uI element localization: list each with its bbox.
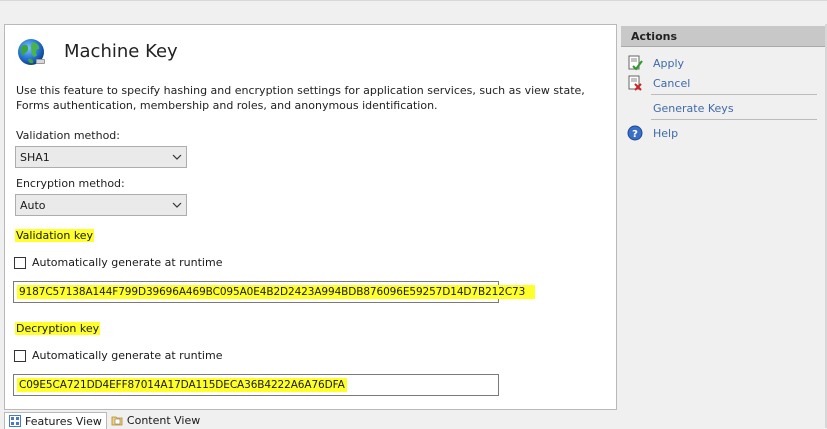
cancel-label: Cancel [653,76,691,90]
validation-method-label: Validation method: [16,129,121,142]
svg-text:?: ? [632,129,638,140]
page-title: Machine Key [64,41,178,62]
decryption-key-field[interactable]: C09E5CA721DD4EFF87014A17DA115DECA36B4222… [13,374,499,396]
top-divider [0,0,827,1]
help-icon: ? [627,125,643,141]
feature-panel: Machine Key Use this feature to specify … [4,24,617,410]
validation-key-auto-generate-label: Automatically generate at runtime [32,256,223,269]
validation-method-dropdown[interactable]: SHA1 [15,146,187,168]
features-view-icon [9,415,21,427]
validation-method-value: SHA1 [20,151,50,164]
chevron-down-icon [172,154,182,160]
validation-key-value: 9187C57138A144F799D39696A469BC095A0E4B2D… [17,285,536,299]
content-view-icon [111,416,123,426]
actions-divider [651,119,817,120]
encryption-method-dropdown[interactable]: Auto [15,194,187,216]
view-tabs: Features View Content View [4,412,204,429]
encryption-method-label: Encryption method: [16,177,125,190]
apply-icon [628,55,643,71]
help-label: Help [653,126,679,140]
generate-keys-label: Generate Keys [653,101,734,115]
actions-header: Actions [621,26,827,47]
apply-label: Apply [653,56,685,70]
apply-action[interactable]: Apply [627,55,684,71]
validation-key-auto-generate[interactable]: Automatically generate at runtime [14,256,222,269]
decryption-key-value: C09E5CA721DD4EFF87014A17DA115DECA36B4222… [17,378,347,392]
tab-content-view[interactable]: Content View [107,412,204,428]
encryption-method-value: Auto [20,199,46,212]
actions-pane: Actions Apply Cancel Generate Keys ? Hel… [621,24,827,428]
decryption-key-auto-generate-checkbox[interactable] [14,349,26,362]
tab-content-view-label: Content View [126,413,201,427]
globe-icon [18,39,45,65]
cancel-icon [628,75,642,91]
actions-divider [651,94,817,95]
decryption-key-auto-generate-label: Automatically generate at runtime [32,349,223,362]
tab-features-view[interactable]: Features View [4,412,107,429]
actions-title: Actions [631,30,677,43]
validation-key-auto-generate-checkbox[interactable] [14,256,26,269]
cancel-action[interactable]: Cancel [627,75,690,91]
validation-key-label: Validation key [15,229,95,242]
generate-keys-action[interactable]: Generate Keys [627,100,734,116]
decryption-key-auto-generate[interactable]: Automatically generate at runtime [14,349,222,362]
tab-features-view-label: Features View [25,414,102,428]
chevron-down-icon [172,202,182,208]
feature-description: Use this feature to specify hashing and … [16,84,585,112]
decryption-key-label: Decryption key [15,322,101,335]
help-action[interactable]: ? Help [627,125,678,141]
validation-key-field[interactable]: 9187C57138A144F799D39696A469BC095A0E4B2D… [13,281,536,303]
